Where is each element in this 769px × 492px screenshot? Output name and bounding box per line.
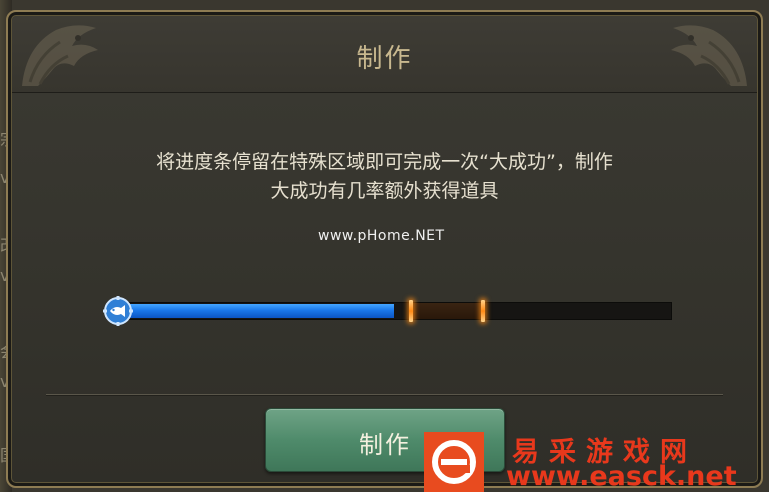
progress-fill (117, 304, 394, 318)
game-screen: 宗 v 改 v 会 v 国 制作 将进度条停留在特殊区域即可完成一次“大 (0, 0, 769, 492)
crafting-progress-bar[interactable] (116, 300, 672, 322)
special-zone-start-marker (408, 300, 413, 322)
instruction-line-2: 大成功有几率额外获得道具 (270, 180, 499, 202)
instruction-text: 将进度条停留在特殊区域即可完成一次“大成功”，制作 大成功有几率额外获得道具 (0, 148, 769, 206)
dialog-title: 制作 (356, 44, 413, 74)
dialog-divider (46, 394, 723, 395)
e-logo-icon (424, 432, 484, 492)
instruction-line-1: 将进度条停留在特殊区域即可完成一次“大成功”，制作 (156, 151, 613, 173)
site-url-watermark: www.easck.net (506, 461, 737, 492)
fish-icon[interactable] (103, 296, 133, 326)
center-watermark: www.pHome.NET (318, 228, 445, 244)
dialog-header: 制作 (12, 16, 757, 93)
special-zone-end-marker (480, 300, 485, 322)
special-zone (410, 303, 483, 319)
